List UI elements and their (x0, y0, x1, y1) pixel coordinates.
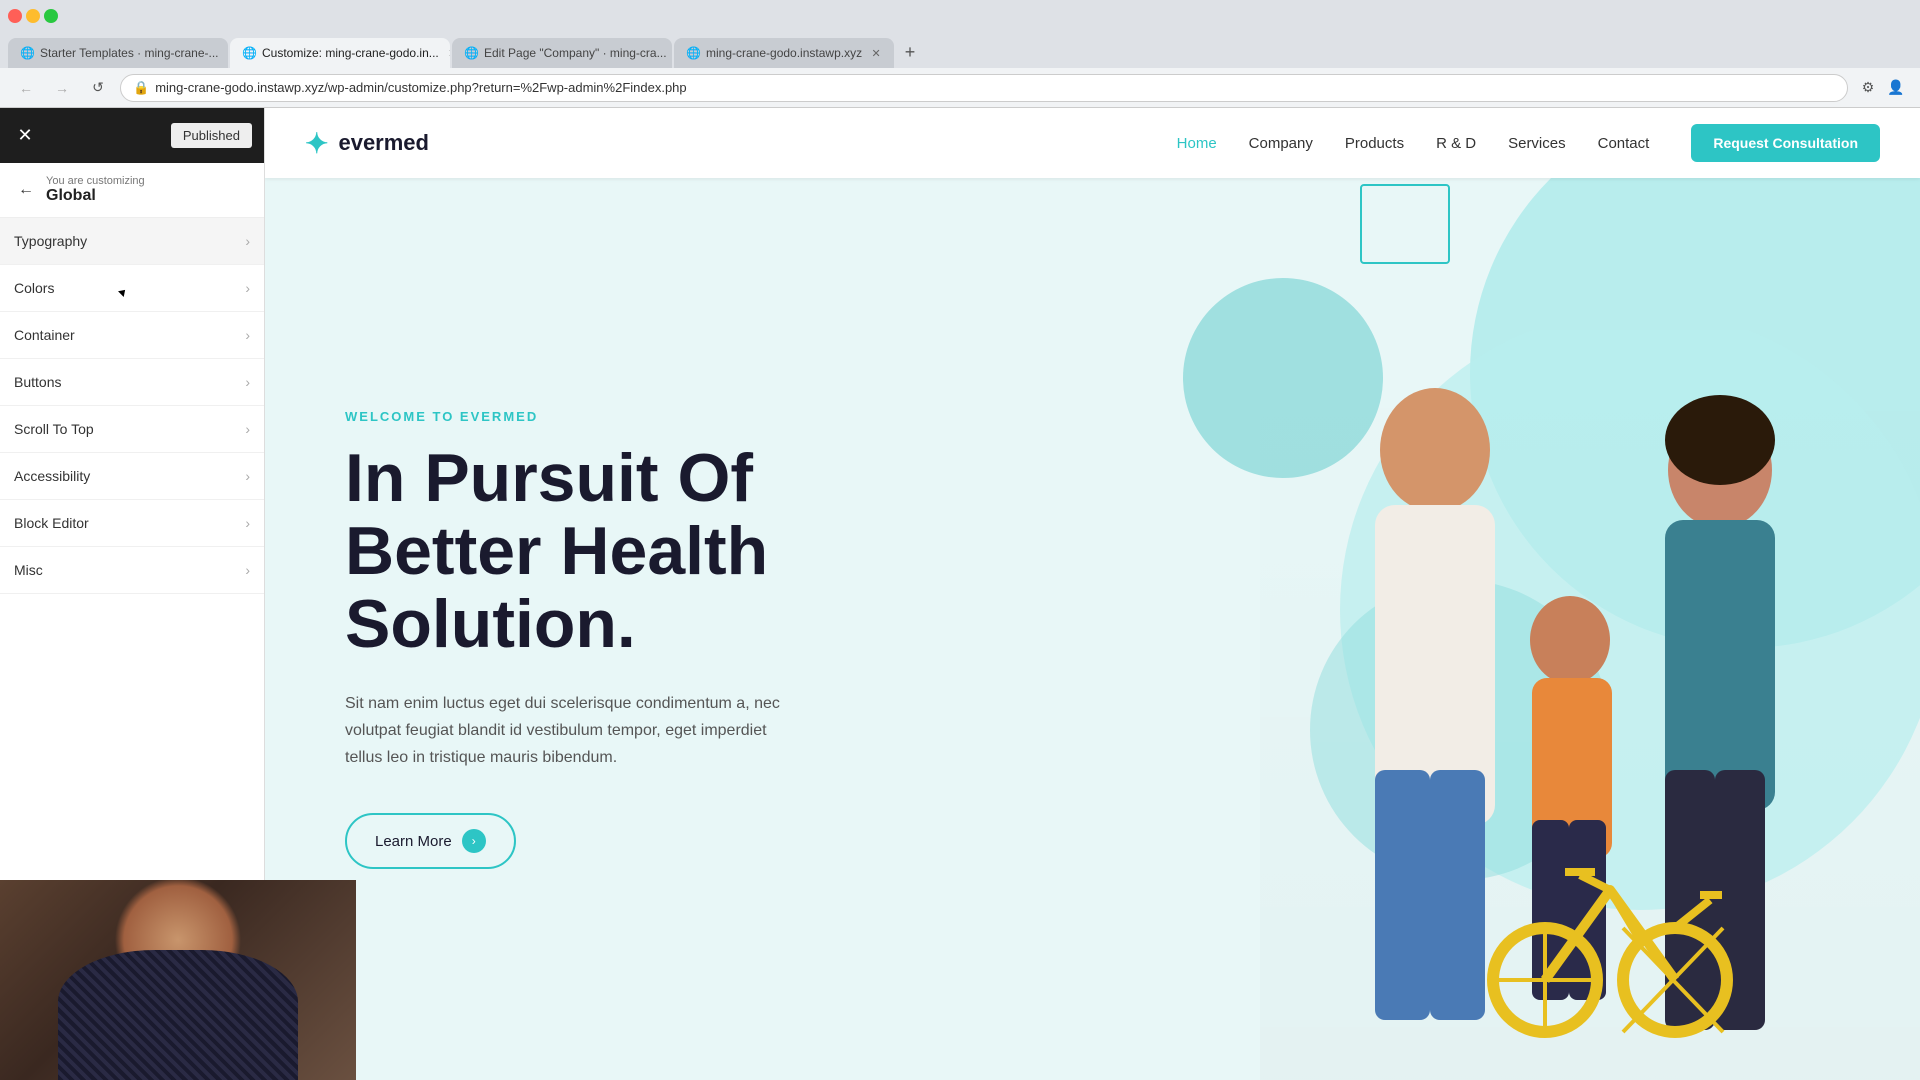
chevron-right-icon: › (245, 562, 250, 578)
main-content: ✕ Published ← You are customizing Global… (0, 108, 1920, 1080)
nav-company[interactable]: Company (1249, 135, 1313, 152)
hero-illustration (1260, 330, 1920, 1080)
chevron-right-icon: › (245, 468, 250, 484)
webcam-video (0, 880, 356, 1080)
site-logo: ✦ evermed (305, 127, 429, 160)
customizing-text: You are customizing Global (46, 175, 145, 205)
menu-item-buttons[interactable]: Buttons › (0, 359, 264, 406)
menu-item-colors[interactable]: Colors › (0, 265, 264, 312)
browser-tab-3[interactable]: 🌐 Edit Page "Company" · ming-cra... ✕ (452, 38, 672, 68)
tab-favicon-1: 🌐 (20, 46, 34, 60)
extensions-icon[interactable]: ⚙ (1856, 76, 1880, 100)
menu-item-accessibility-label: Accessibility (14, 468, 245, 484)
new-tab-button[interactable]: + (896, 38, 924, 66)
lock-icon: 🔒 (133, 80, 149, 96)
menu-item-buttons-label: Buttons (14, 374, 245, 390)
customizer-close-button[interactable]: ✕ (12, 123, 38, 149)
browser-toolbar-icons: ⚙ 👤 (1856, 76, 1908, 100)
tabs-bar: 🌐 Starter Templates · ming-crane-... ✕ 🌐… (0, 32, 1920, 68)
hero-description: Sit nam enim luctus eget dui scelerisque… (345, 690, 785, 772)
customizer-header: ✕ Published (0, 108, 264, 163)
window-maximize-button[interactable] (44, 9, 58, 23)
menu-item-misc-label: Misc (14, 562, 245, 578)
chevron-right-icon: › (245, 327, 250, 343)
window-close-button[interactable] (8, 9, 22, 23)
browser-tab-1[interactable]: 🌐 Starter Templates · ming-crane-... ✕ (8, 38, 228, 68)
nav-contact[interactable]: Contact (1598, 135, 1650, 152)
nav-services[interactable]: Services (1508, 135, 1566, 152)
logo-text: evermed (338, 130, 429, 156)
customizing-info: ← You are customizing Global (0, 163, 264, 218)
hero-content-left: WELCOME TO EVERMED In Pursuit Of Better … (265, 178, 1163, 1080)
title-bar (0, 0, 1920, 32)
url-text: ming-crane-godo.instawp.xyz/wp-admin/cus… (155, 80, 1835, 95)
chevron-right-icon: › (245, 515, 250, 531)
published-button[interactable]: Published (171, 123, 252, 148)
browser-tab-4[interactable]: 🌐 ming-crane-godo.instawp.xyz ✕ (674, 38, 894, 68)
menu-item-block-editor[interactable]: Block Editor › (0, 500, 264, 547)
customizer-sidebar: ✕ Published ← You are customizing Global… (0, 108, 265, 1080)
nav-cta-button[interactable]: Request Consultation (1691, 124, 1880, 162)
family-photo (1260, 330, 1920, 1080)
reload-button[interactable]: ↺ (84, 74, 112, 102)
back-button[interactable]: ← (12, 74, 40, 102)
hero-title: In Pursuit Of Better Health Solution. (345, 442, 1103, 662)
chevron-right-icon: › (245, 421, 250, 437)
tab-close-1[interactable]: ✕ (225, 45, 228, 61)
tab-label-3: Edit Page "Company" · ming-cra... (484, 46, 667, 60)
tab-label-4: ming-crane-godo.instawp.xyz (706, 46, 862, 60)
hero-title-line1: In Pursuit Of (345, 440, 753, 516)
window-controls (8, 9, 58, 23)
nav-rd[interactable]: R & D (1436, 135, 1476, 152)
browser-chrome: 🌐 Starter Templates · ming-crane-... ✕ 🌐… (0, 0, 1920, 108)
customizing-label: You are customizing (46, 175, 145, 187)
webcam-overlay (0, 880, 356, 1080)
forward-button[interactable]: → (48, 74, 76, 102)
tab-favicon-3: 🌐 (464, 46, 478, 60)
hero-title-line2: Better Health (345, 513, 768, 589)
menu-item-colors-label: Colors (14, 280, 245, 296)
back-button-customizer[interactable]: ← (14, 178, 38, 202)
address-bar: ← → ↺ 🔒 ming-crane-godo.instawp.xyz/wp-a… (0, 68, 1920, 108)
hero-image (1163, 178, 1920, 1080)
hero-content-right (1163, 178, 1920, 1080)
menu-item-scroll-to-top-label: Scroll To Top (14, 421, 245, 437)
logo-icon: ✦ (305, 127, 328, 160)
cta-arrow-icon: › (462, 829, 486, 853)
site-navigation: Home Company Products R & D Services Con… (1177, 124, 1880, 162)
hero-eyebrow: WELCOME TO EVERMED (345, 409, 1103, 424)
hero-cta-button[interactable]: Learn More › (345, 813, 516, 869)
website-preview: ✦ evermed Home Company Products R & D Se… (265, 108, 1920, 1080)
tab-favicon-4: 🌐 (686, 46, 700, 60)
nav-products[interactable]: Products (1345, 135, 1404, 152)
profile-icon[interactable]: 👤 (1884, 76, 1908, 100)
hero-section: WELCOME TO EVERMED In Pursuit Of Better … (265, 178, 1920, 1080)
nav-home[interactable]: Home (1177, 135, 1217, 152)
menu-item-accessibility[interactable]: Accessibility › (0, 453, 264, 500)
customizing-section: Global (46, 187, 145, 205)
chevron-right-icon: › (245, 280, 250, 296)
tab-close-4[interactable]: ✕ (868, 45, 884, 61)
menu-item-scroll-to-top[interactable]: Scroll To Top › (0, 406, 264, 453)
menu-item-container-label: Container (14, 327, 245, 343)
hero-cta-label: Learn More (375, 833, 452, 850)
menu-item-misc[interactable]: Misc › (0, 547, 264, 594)
menu-item-block-editor-label: Block Editor (14, 515, 245, 531)
tab-favicon-2: 🌐 (242, 46, 256, 60)
url-bar[interactable]: 🔒 ming-crane-godo.instawp.xyz/wp-admin/c… (120, 74, 1848, 102)
tab-label-1: Starter Templates · ming-crane-... (40, 46, 219, 60)
menu-item-typography-label: Typography (14, 233, 245, 249)
menu-item-typography[interactable]: Typography › (0, 218, 264, 265)
window-minimize-button[interactable] (26, 9, 40, 23)
tab-close-2[interactable]: ✕ (445, 45, 450, 61)
site-header: ✦ evermed Home Company Products R & D Se… (265, 108, 1920, 178)
browser-tab-2[interactable]: 🌐 Customize: ming-crane-godo.in... ✕ (230, 38, 450, 68)
hero-title-line3: Solution. (345, 586, 636, 662)
chevron-right-icon: › (245, 374, 250, 390)
chevron-right-icon: › (245, 233, 250, 249)
menu-item-container[interactable]: Container › (0, 312, 264, 359)
tab-label-2: Customize: ming-crane-godo.in... (262, 46, 439, 60)
